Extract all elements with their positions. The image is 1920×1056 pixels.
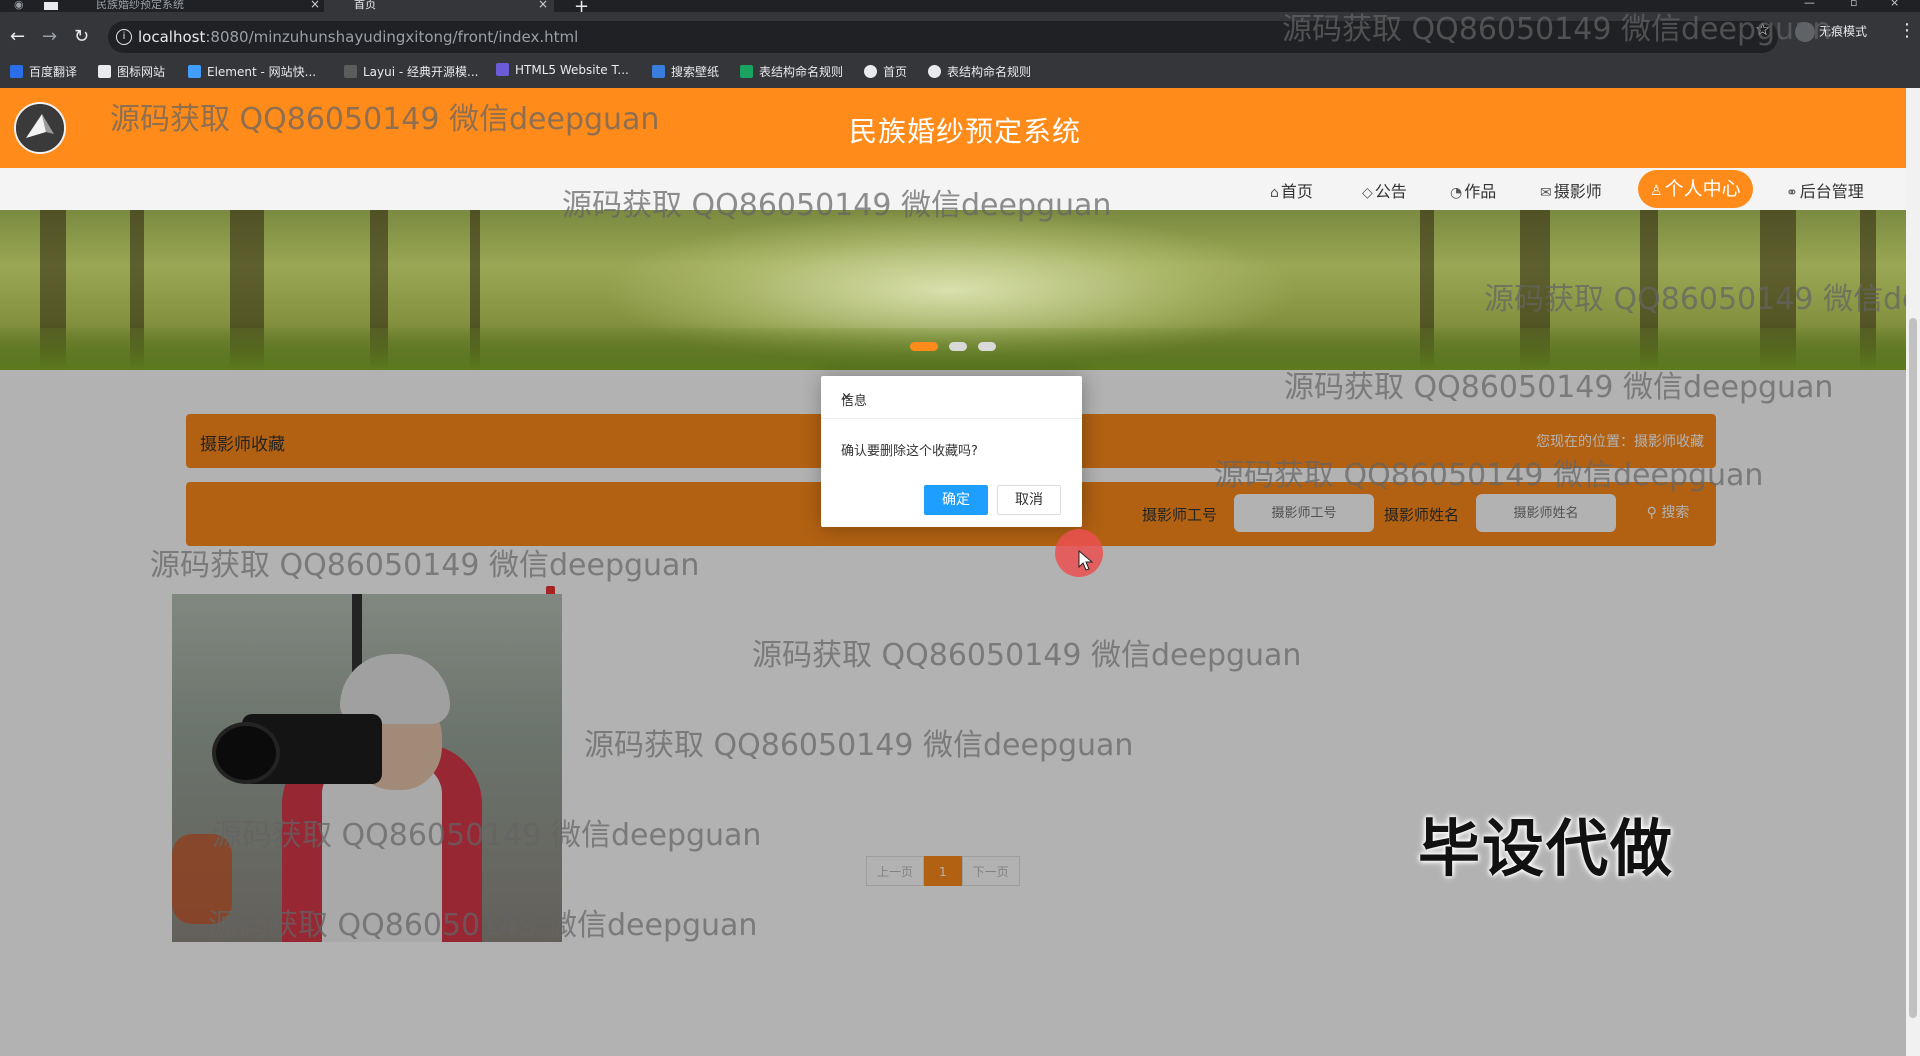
dialog-message: 确认要删除这个收藏吗? <box>841 444 978 459</box>
carousel-indicators <box>0 336 1906 355</box>
reload-icon[interactable]: ↻ <box>74 26 89 47</box>
bookmark-label: 百度翻译 <box>29 65 78 79</box>
bookmark-item[interactable]: 百度翻译 <box>10 63 77 80</box>
bookmark-label: 表结构命名规则 <box>947 65 1032 79</box>
mail-icon: ✉ <box>1540 185 1552 201</box>
watermark-text: 源码获取 QQ86050149 微信deepguan <box>752 638 1302 673</box>
close-icon[interactable]: × <box>538 0 548 10</box>
browser-tab-2[interactable]: 首页 × <box>324 0 554 12</box>
nav-works-label: 作品 <box>1464 182 1497 201</box>
browser-tab-title: 民族婚纱预定系统 <box>96 0 184 11</box>
html5-icon <box>496 63 509 76</box>
bookmark-item[interactable]: 首页 <box>864 63 907 80</box>
sheet-icon <box>740 65 753 78</box>
bookmark-item[interactable]: Layui - 经典开源模... <box>344 63 478 80</box>
dialog-close-icon[interactable]: × <box>841 390 1068 405</box>
close-icon[interactable]: × <box>310 0 320 10</box>
bookmark-item[interactable]: 表结构命名规则 <box>928 63 1031 80</box>
watermark-text: 源码获取 QQ86050149 微信deepguan <box>1214 458 1764 493</box>
nav-admin[interactable]: ⚭ 后台管理 <box>1786 178 1864 202</box>
bookmark-item[interactable]: 图标网站 <box>98 63 165 80</box>
carousel-dot-1[interactable] <box>909 342 938 351</box>
confirm-dialog: 信息 × 确认要删除这个收藏吗? 确定 取消 <box>821 376 1082 527</box>
tab-search-icon[interactable] <box>44 2 58 10</box>
wallpaper-icon <box>652 65 665 78</box>
nav-notice-label: 公告 <box>1374 182 1407 201</box>
home-icon: ⌂ <box>1270 185 1279 201</box>
overlay-banner-text: 毕设代做 <box>1418 812 1675 885</box>
watermark-text: 源码获取 QQ86050149 微信deepguan <box>1284 370 1834 405</box>
watermark-text: 源码获取 QQ86050149 微信deepguan <box>1282 12 1832 47</box>
nav-home[interactable]: ⌂ 首页 <box>1270 178 1313 202</box>
translate-icon <box>10 65 23 78</box>
scrollbar-thumb[interactable] <box>1909 318 1917 1018</box>
nav-photographer-label: 摄影师 <box>1553 182 1602 201</box>
nav-personal-center-label: 个人中心 <box>1664 178 1741 200</box>
carousel-dot-3[interactable] <box>978 342 997 351</box>
watermark-text: 源码获取 QQ86050149 微信deepguan <box>208 908 758 943</box>
watermark-text: 源码获取 QQ86050149 微信deepguan <box>150 548 700 583</box>
site-info-icon[interactable]: i <box>116 29 132 45</box>
layui-icon <box>344 65 357 78</box>
watermark-text: 源码获取 QQ86050149 微信deepguan <box>110 102 660 137</box>
carousel-dot-2[interactable] <box>949 342 967 351</box>
nav-home-label: 首页 <box>1280 182 1313 201</box>
globe-icon <box>864 65 877 78</box>
watermark-text: 源码获取 QQ86050149 微信deepguan <box>584 728 1134 763</box>
bookmarks-bar: 百度翻译 图标网站 Element - 网站快... Layui - 经典开源模… <box>0 58 1920 88</box>
flag-icon <box>98 65 111 78</box>
watermark-text: 源码获取 QQ86050149 微信deepguan <box>1484 282 1906 317</box>
web-page: 民族婚纱预定系统 ⌂ 首页 ◇ 公告 ◔ 作品 ✉ 摄影师 ♙ 个人中心 ⚭ 后台管理 摄影… <box>0 88 1906 1056</box>
cancel-button[interactable]: 取消 <box>997 485 1061 515</box>
page-scrollbar[interactable] <box>1906 88 1920 1056</box>
nav-notice[interactable]: ◇ 公告 <box>1362 178 1407 202</box>
bookmark-item[interactable]: Element - 网站快... <box>188 63 316 80</box>
tag-icon: ◇ <box>1362 185 1373 201</box>
maximize-icon[interactable]: ▫ <box>1850 0 1857 9</box>
element-icon <box>188 65 201 78</box>
nav-photographer[interactable]: ✉ 摄影师 <box>1540 178 1602 202</box>
bookmark-label: 首页 <box>883 65 908 79</box>
dialog-header: 信息 × <box>821 376 1082 419</box>
bookmark-label: Element - 网站快... <box>207 65 317 79</box>
globe-icon <box>928 65 941 78</box>
bookmark-label: 表结构命名规则 <box>759 65 844 79</box>
user-icon: ♙ <box>1650 183 1663 199</box>
nav-admin-label: 后台管理 <box>1799 182 1864 201</box>
link-icon: ⚭ <box>1786 185 1798 201</box>
window-close-icon[interactable]: × <box>1890 0 1899 9</box>
bookmark-label: 图标网站 <box>117 65 166 79</box>
watermark-text: 源码获取 QQ86050149 微信deepguan <box>212 818 762 853</box>
url-text: localhost:8080/minzuhunshayudingxitong/f… <box>138 28 578 46</box>
browser-menu-icon[interactable]: ⋮ <box>1898 20 1916 41</box>
browser-tab-title: 首页 <box>354 0 376 11</box>
watermark-text: 源码获取 QQ86050149 微信deepguan <box>562 188 1112 223</box>
bookmark-item[interactable]: 搜索壁纸 <box>652 63 719 80</box>
bookmark-item[interactable]: 表结构命名规则 <box>740 63 843 80</box>
url-host: localhost <box>138 28 206 46</box>
bookmark-item[interactable]: HTML5 Website T... <box>496 63 629 77</box>
bookmark-label: 搜索壁纸 <box>671 65 720 79</box>
nav-works[interactable]: ◔ 作品 <box>1450 178 1496 202</box>
browser-app-icon: ◉ <box>14 0 24 11</box>
bookmark-label: Layui - 经典开源模... <box>363 65 479 79</box>
bookmark-label: HTML5 Website T... <box>515 63 629 77</box>
browser-tab-1[interactable]: 民族婚纱预定系统 × <box>80 0 326 12</box>
back-icon[interactable]: ← <box>10 26 25 47</box>
nav-personal-center[interactable]: ♙ 个人中心 <box>1638 170 1753 208</box>
confirm-button[interactable]: 确定 <box>924 485 988 515</box>
forward-icon[interactable]: → <box>42 26 57 47</box>
clock-icon: ◔ <box>1450 185 1463 201</box>
url-path: :8080/minzuhunshayudingxitong/front/inde… <box>205 28 579 46</box>
